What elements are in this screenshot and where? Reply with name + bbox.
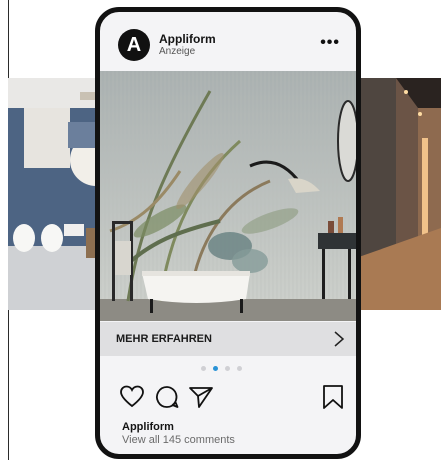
- post-actions: [100, 384, 356, 414]
- phone-frame: A Appliform Anzeige ••• MEHR ERFAHREN Ap…: [95, 7, 361, 459]
- carousel-image-next[interactable]: [356, 78, 441, 310]
- caption-account-name[interactable]: Appliform: [122, 421, 235, 433]
- heart-icon[interactable]: [119, 384, 145, 410]
- more-options-icon[interactable]: •••: [320, 34, 340, 52]
- learn-more-button[interactable]: MEHR ERFAHREN: [100, 322, 356, 356]
- carousel-dot-active[interactable]: [213, 366, 218, 371]
- avatar[interactable]: A: [118, 29, 150, 61]
- carousel-image-previous[interactable]: [8, 78, 100, 310]
- carousel-indicator: [201, 366, 253, 372]
- post-image[interactable]: [100, 71, 356, 321]
- learn-more-label: MEHR ERFAHREN: [116, 333, 212, 345]
- send-icon[interactable]: [188, 384, 214, 410]
- post-header: A Appliform Anzeige •••: [100, 12, 356, 70]
- post-caption: Appliform View all 145 comments: [122, 421, 235, 446]
- view-comments-link[interactable]: View all 145 comments: [122, 434, 235, 446]
- bookmark-icon[interactable]: [320, 384, 346, 410]
- sponsored-label: Anzeige: [159, 46, 196, 57]
- comment-icon[interactable]: [154, 384, 180, 410]
- chevron-right-icon: [334, 331, 345, 347]
- account-name[interactable]: Appliform: [159, 32, 216, 46]
- carousel-dot[interactable]: [201, 366, 206, 371]
- carousel-dot[interactable]: [225, 366, 230, 371]
- carousel-dot[interactable]: [237, 366, 242, 371]
